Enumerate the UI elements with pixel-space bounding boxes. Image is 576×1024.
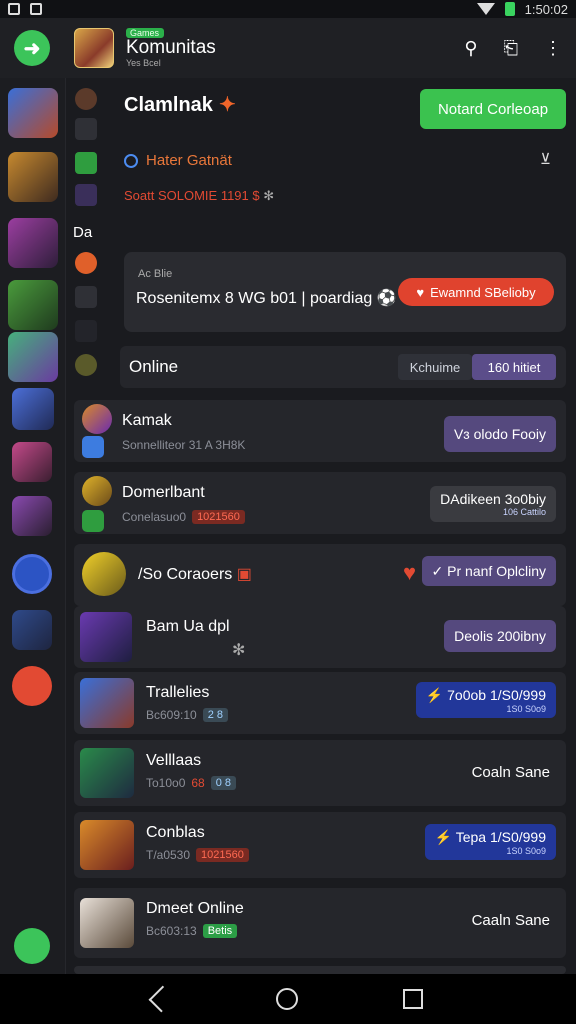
rail-community-2[interactable]	[8, 152, 58, 202]
image-icon	[30, 3, 42, 15]
list-item[interactable]: Bam Ua dpl ✻ Deolis 200ibny	[74, 606, 566, 668]
channel-icon-4[interactable]	[75, 184, 97, 206]
channel-icon-7[interactable]	[75, 320, 97, 342]
row-link[interactable]: Coaln Sane	[472, 764, 550, 781]
avatar	[82, 404, 112, 434]
heart-icon: ♥	[416, 284, 425, 300]
bolt-icon: ⚡	[425, 686, 444, 703]
avatar	[82, 552, 126, 596]
rail-community-10[interactable]	[12, 610, 52, 650]
list-item[interactable]: /So Coraoers ▣ ♥ ✓ Pr nanf Oplcliny	[74, 544, 566, 606]
rail-community-4[interactable]	[8, 280, 58, 330]
avatar	[80, 748, 134, 798]
list-item[interactable]: Domerlbant Conelasuo0 1021560 DAdikeen 3o…	[74, 472, 566, 534]
avatar	[80, 678, 134, 728]
clock: 1:50:02	[524, 1, 568, 17]
back-button[interactable]: ➜	[14, 30, 50, 66]
primary-action-button[interactable]: Notard Corleoap	[420, 89, 566, 129]
side-label: Da	[73, 224, 93, 241]
add-community-button[interactable]	[14, 928, 50, 964]
page-title: Komunitas	[126, 37, 216, 58]
list-item[interactable]: Trallelies Bc609:10 2 8 ⚡ 7o0ob 1/S0/999 …	[74, 672, 566, 734]
rail-community-7[interactable]	[12, 442, 52, 482]
channel-icon-5[interactable]	[75, 252, 97, 274]
avatar	[80, 820, 134, 870]
app-bar: ➜ Games Komunitas Yes Bcel ⚲ ⎗ ⋮	[0, 18, 576, 78]
tab-active[interactable]: 160 hitiet	[472, 354, 556, 380]
list-item[interactable]: Conblas T/a0530 1021560 ⚡ Tepa 1/S0/999 1…	[74, 812, 566, 878]
notification-icon	[8, 3, 20, 15]
rail-community-5[interactable]	[8, 332, 58, 382]
channel-icon-1[interactable]	[75, 88, 97, 110]
list-item[interactable]: Velllaas To10o0 68 0 8 Coaln Sane	[74, 740, 566, 806]
soccer-icon: ⚽	[376, 290, 397, 307]
section-header: Clamlnak ✦	[124, 94, 236, 116]
list-item[interactable]: Dmeet Online Bc603:13 Betis Caaln Sane	[74, 888, 566, 958]
rail-community-9[interactable]	[12, 554, 52, 594]
badge-icon	[82, 510, 104, 532]
gear-icon: ✻	[263, 188, 275, 203]
promo-button[interactable]: ♥ Ewamnd SBelioby	[398, 278, 554, 306]
tab-all[interactable]: Kchuime	[398, 354, 472, 380]
badge-icon	[82, 436, 104, 458]
promo-text: Rosenitemx 8 WG b01 | poardiag ⚽	[136, 290, 397, 307]
row-action-button[interactable]: Deolis 200ibny	[444, 620, 556, 652]
gear-icon: ✻	[232, 642, 246, 659]
nav-recents-icon[interactable]	[403, 989, 424, 1009]
search-icon[interactable]: ⚲	[464, 38, 477, 59]
avatar	[80, 612, 132, 662]
online-filter-bar: Online Kchuime 160 hitiet	[120, 346, 566, 388]
channel-icon-8[interactable]	[75, 354, 97, 376]
info-row: Hater Gatnät	[124, 152, 232, 169]
battery-icon	[504, 2, 515, 16]
page-subtitle: Yes Bcel	[126, 58, 161, 68]
row-action-button[interactable]: ⚡ Tepa 1/S0/999 1S0 S0o9	[424, 824, 556, 860]
channel-icon-6[interactable]	[75, 286, 97, 308]
arrow-left-icon: ➜	[23, 37, 41, 60]
more-icon[interactable]: ⋮	[544, 38, 562, 59]
row-link[interactable]: Caaln Sane	[472, 912, 550, 929]
system-nav-bar	[0, 974, 576, 1024]
online-label: Online	[129, 357, 179, 376]
community-rail	[0, 78, 66, 974]
share-icon[interactable]: ⎗	[504, 38, 518, 59]
channel-icon-3[interactable]	[75, 152, 97, 174]
list-item-partial	[74, 966, 566, 974]
channel-icon-2[interactable]	[75, 118, 97, 140]
promo-card: Ac Blie Rosenitemx 8 WG b01 | poardiag ⚽…	[124, 252, 566, 332]
rail-community-8[interactable]	[12, 496, 52, 536]
community-avatar[interactable]	[74, 28, 114, 68]
avatar	[82, 476, 112, 506]
filter-icon[interactable]: ⊻	[540, 150, 551, 168]
row-action-button[interactable]: DAdikeen 3o0biy 106 Cattilo	[430, 486, 556, 522]
bolt-icon: ⚡	[434, 828, 453, 845]
promo-caption: Ac Blie	[138, 268, 173, 280]
rail-community-11[interactable]	[12, 666, 52, 706]
nav-back-icon[interactable]	[148, 985, 176, 1013]
list-item[interactable]: Kamak Sonnelliteor 31 A 3H8K Vɜ olodo Fo…	[74, 400, 566, 462]
rail-community-3[interactable]	[8, 218, 58, 268]
row-action-button[interactable]: ⚡ 7o0ob 1/S0/999 1S0 S0o9	[415, 682, 556, 718]
status-bar: 1:50:02	[0, 0, 576, 18]
gift-icon: ▣	[236, 566, 252, 583]
spark-icon: ✦	[218, 94, 236, 116]
rail-community-6[interactable]	[12, 388, 54, 430]
status-ring-icon	[124, 153, 138, 168]
avatar	[80, 898, 134, 948]
stat-line: Soatt SOLOMIE 1191 $ ✻	[124, 188, 275, 203]
row-action-button[interactable]: ✓ Pr nanf Oplcliny	[421, 556, 556, 586]
row-action-button[interactable]: Vɜ olodo Fooiy	[443, 416, 556, 452]
nav-home-icon[interactable]	[275, 988, 298, 1010]
heart-icon[interactable]: ♥	[403, 560, 416, 586]
wifi-icon	[476, 3, 495, 15]
rail-community-1[interactable]	[8, 88, 58, 138]
